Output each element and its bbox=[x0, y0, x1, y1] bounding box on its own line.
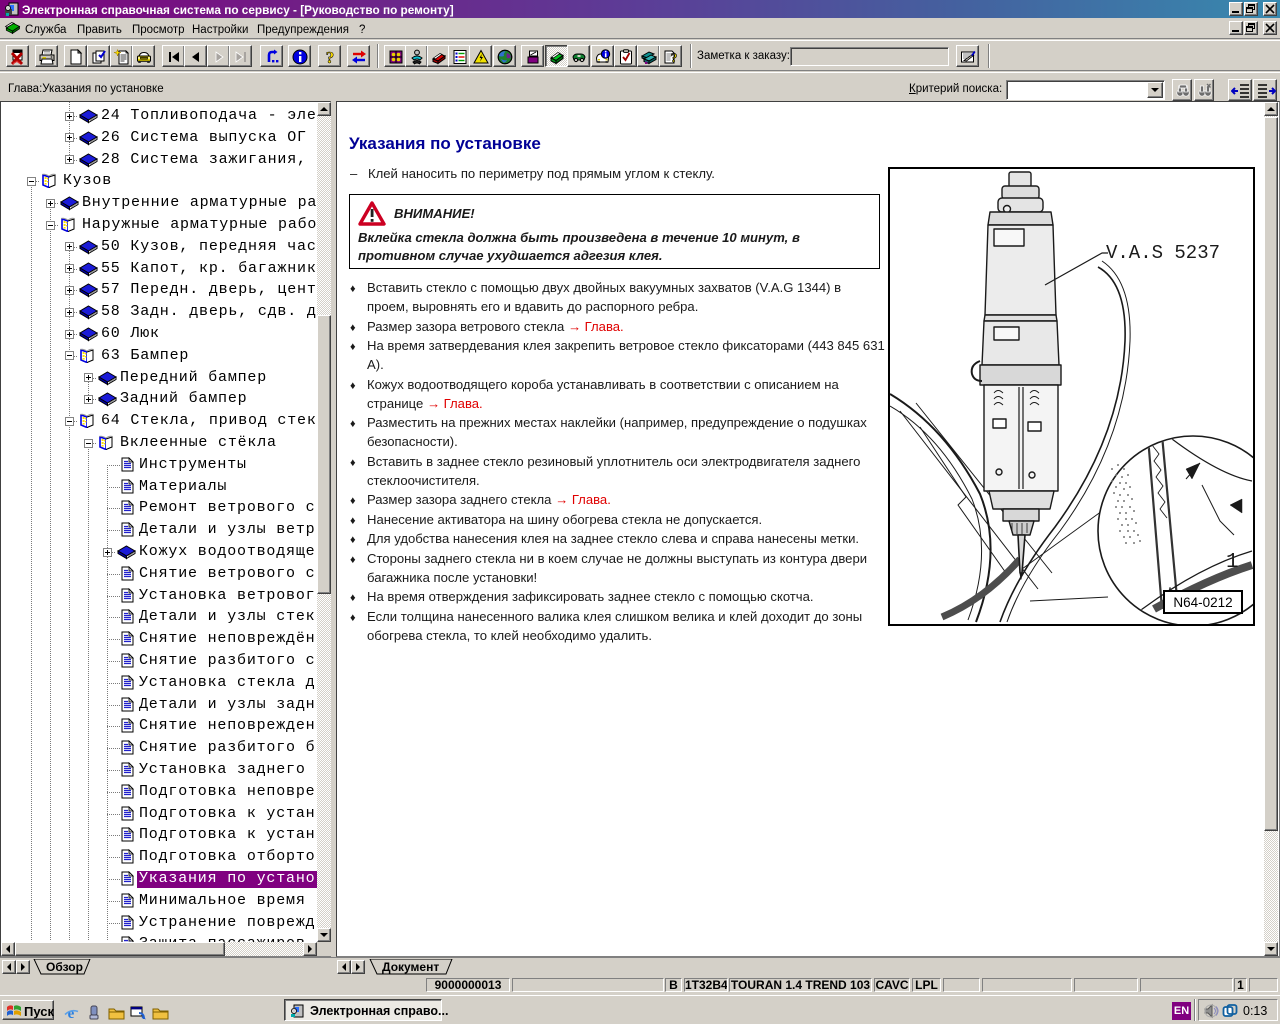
svg-text:e: e bbox=[68, 1006, 75, 1021]
svg-text:?: ? bbox=[671, 50, 678, 65]
svg-text:1: 1 bbox=[1226, 551, 1239, 574]
svg-text:V.A.S 5237: V.A.S 5237 bbox=[1106, 242, 1220, 264]
svg-text:N64-0212: N64-0212 bbox=[1173, 595, 1232, 610]
svg-text:?: ? bbox=[326, 49, 335, 65]
